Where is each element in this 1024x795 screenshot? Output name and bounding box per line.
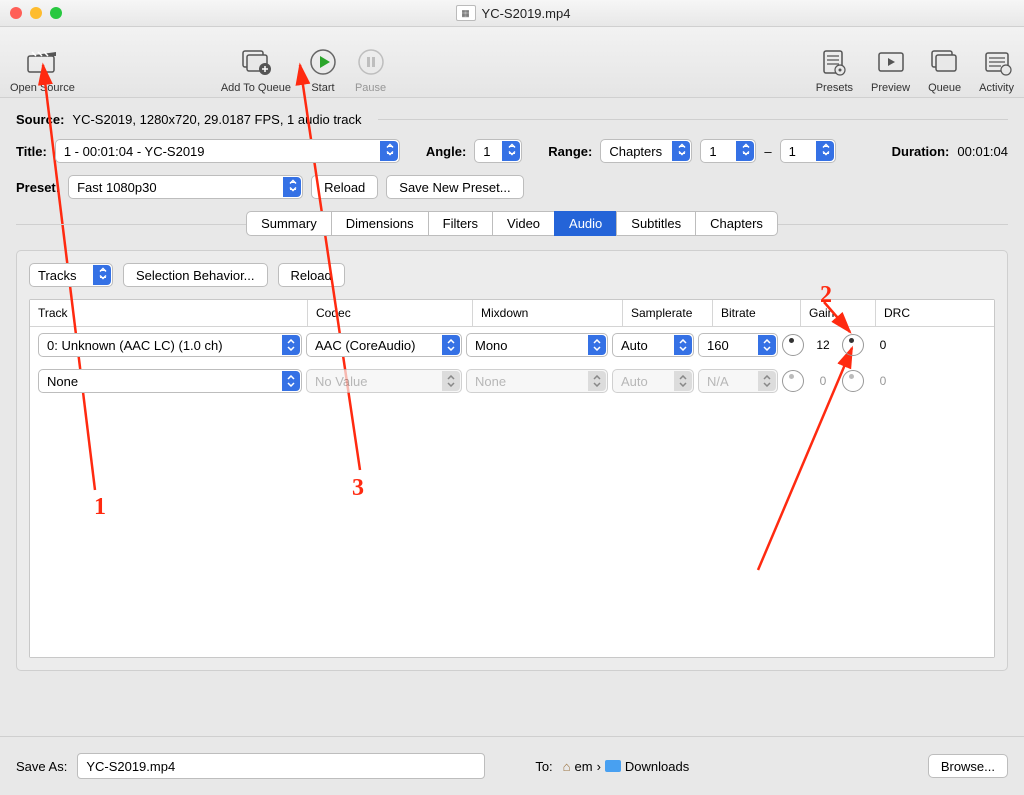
queue-icon [929, 44, 961, 80]
browse-button[interactable]: Browse... [928, 754, 1008, 778]
tab-chapters[interactable]: Chapters [695, 211, 778, 236]
selection-behavior-button[interactable]: Selection Behavior... [123, 263, 268, 287]
tab-filters[interactable]: Filters [428, 211, 493, 236]
play-icon [309, 44, 337, 80]
titlebar: ▦ YC-S2019.mp4 [0, 0, 1024, 27]
home-icon: ⌂ [563, 759, 571, 774]
range-label: Range: [548, 144, 592, 159]
col-gain: Gain [801, 300, 876, 326]
range-separator: – [764, 144, 771, 159]
col-samplerate: Samplerate [623, 300, 713, 326]
tab-dimensions[interactable]: Dimensions [331, 211, 429, 236]
maximize-window-button[interactable] [50, 7, 62, 19]
preview-icon [875, 44, 907, 80]
duration-value: 00:01:04 [957, 144, 1008, 159]
activity-icon [981, 44, 1013, 80]
open-source-button[interactable]: Open Source [10, 30, 75, 94]
row0-mixdown-select[interactable]: Mono [466, 333, 608, 357]
row0-drc-value: 0 [868, 338, 898, 352]
row0-codec-select[interactable]: AAC (CoreAudio) [306, 333, 462, 357]
activity-button[interactable]: Activity [979, 30, 1014, 94]
to-label: To: [535, 759, 552, 774]
source-row: Source: YC-S2019, 1280x720, 29.0187 FPS,… [16, 112, 1008, 127]
source-value: YC-S2019, 1280x720, 29.0187 FPS, 1 audio… [72, 112, 361, 127]
col-mixdown: Mixdown [473, 300, 623, 326]
tab-summary[interactable]: Summary [246, 211, 332, 236]
preset-reload-button[interactable]: Reload [311, 175, 378, 199]
footer: Save As: To: ⌂ em › Downloads Browse... [0, 736, 1024, 795]
traffic-lights [10, 7, 62, 19]
toolbar: Open Source Add To Queue Start Pause [0, 27, 1024, 98]
preset-save-new-button[interactable]: Save New Preset... [386, 175, 523, 199]
tab-video[interactable]: Video [492, 211, 555, 236]
row1-mixdown-select: None [466, 369, 608, 393]
file-icon: ▦ [456, 5, 476, 21]
save-as-input[interactable] [77, 753, 485, 779]
col-codec: Codec [308, 300, 473, 326]
add-queue-icon [240, 44, 272, 80]
tab-audio[interactable]: Audio [554, 211, 617, 236]
preset-select[interactable]: Fast 1080p30 [68, 175, 303, 199]
row1-gain-dial [782, 370, 804, 392]
table-row: 0: Unknown (AAC LC) (1.0 ch) AAC (CoreAu… [30, 327, 994, 363]
row0-gain-dial[interactable] [782, 334, 804, 356]
presets-button[interactable]: Presets [816, 30, 853, 94]
tab-subtitles[interactable]: Subtitles [616, 211, 696, 236]
row1-drc-dial [842, 370, 864, 392]
folder-icon [605, 760, 621, 772]
row0-gain-value: 12 [808, 338, 838, 352]
duration-label: Duration: [892, 144, 950, 159]
path-home: em [575, 759, 593, 774]
title-label: Title: [16, 144, 47, 159]
tab-bar: Summary Dimensions Filters Video Audio S… [16, 211, 1008, 236]
clapperboard-icon [26, 44, 58, 80]
col-track: Track [30, 300, 308, 326]
source-label: Source: [16, 112, 64, 127]
audio-reload-button[interactable]: Reload [278, 263, 345, 287]
row1-codec-select: No Value [306, 369, 462, 393]
angle-label: Angle: [426, 144, 466, 159]
row1-track-select[interactable]: None [38, 369, 302, 393]
title-select[interactable]: 1 - 00:01:04 - YC-S2019 [55, 139, 400, 163]
audio-panel: Tracks Selection Behavior... Reload Trac… [16, 250, 1008, 671]
preset-label: Preset: [16, 180, 60, 195]
chevron-right-icon: › [597, 759, 601, 774]
path-folder: Downloads [625, 759, 689, 774]
add-to-queue-button[interactable]: Add To Queue [221, 30, 291, 94]
pause-button[interactable]: Pause [355, 30, 386, 94]
pause-icon [357, 44, 385, 80]
preview-button[interactable]: Preview [871, 30, 910, 94]
window-filename: YC-S2019.mp4 [482, 6, 571, 21]
start-button[interactable]: Start [309, 30, 337, 94]
destination-path[interactable]: ⌂ em › Downloads [563, 759, 690, 774]
row0-drc-dial[interactable] [842, 334, 864, 356]
col-drc: DRC [876, 300, 951, 326]
close-window-button[interactable] [10, 7, 22, 19]
app-window: 1 3 2 ▦ YC-S2019.mp4 Open Source [0, 0, 1024, 795]
row1-drc-value: 0 [868, 374, 898, 388]
queue-button[interactable]: Queue [928, 30, 961, 94]
presets-icon [818, 44, 850, 80]
audio-tracks-table: Track Codec Mixdown Samplerate Bitrate G… [29, 299, 995, 658]
table-row: None No Value None Auto [30, 363, 994, 399]
row1-gain-value: 0 [808, 374, 838, 388]
row0-track-select[interactable]: 0: Unknown (AAC LC) (1.0 ch) [38, 333, 302, 357]
col-bitrate: Bitrate [713, 300, 801, 326]
window-title: ▦ YC-S2019.mp4 [62, 5, 964, 21]
minimize-window-button[interactable] [30, 7, 42, 19]
save-as-label: Save As: [16, 759, 67, 774]
